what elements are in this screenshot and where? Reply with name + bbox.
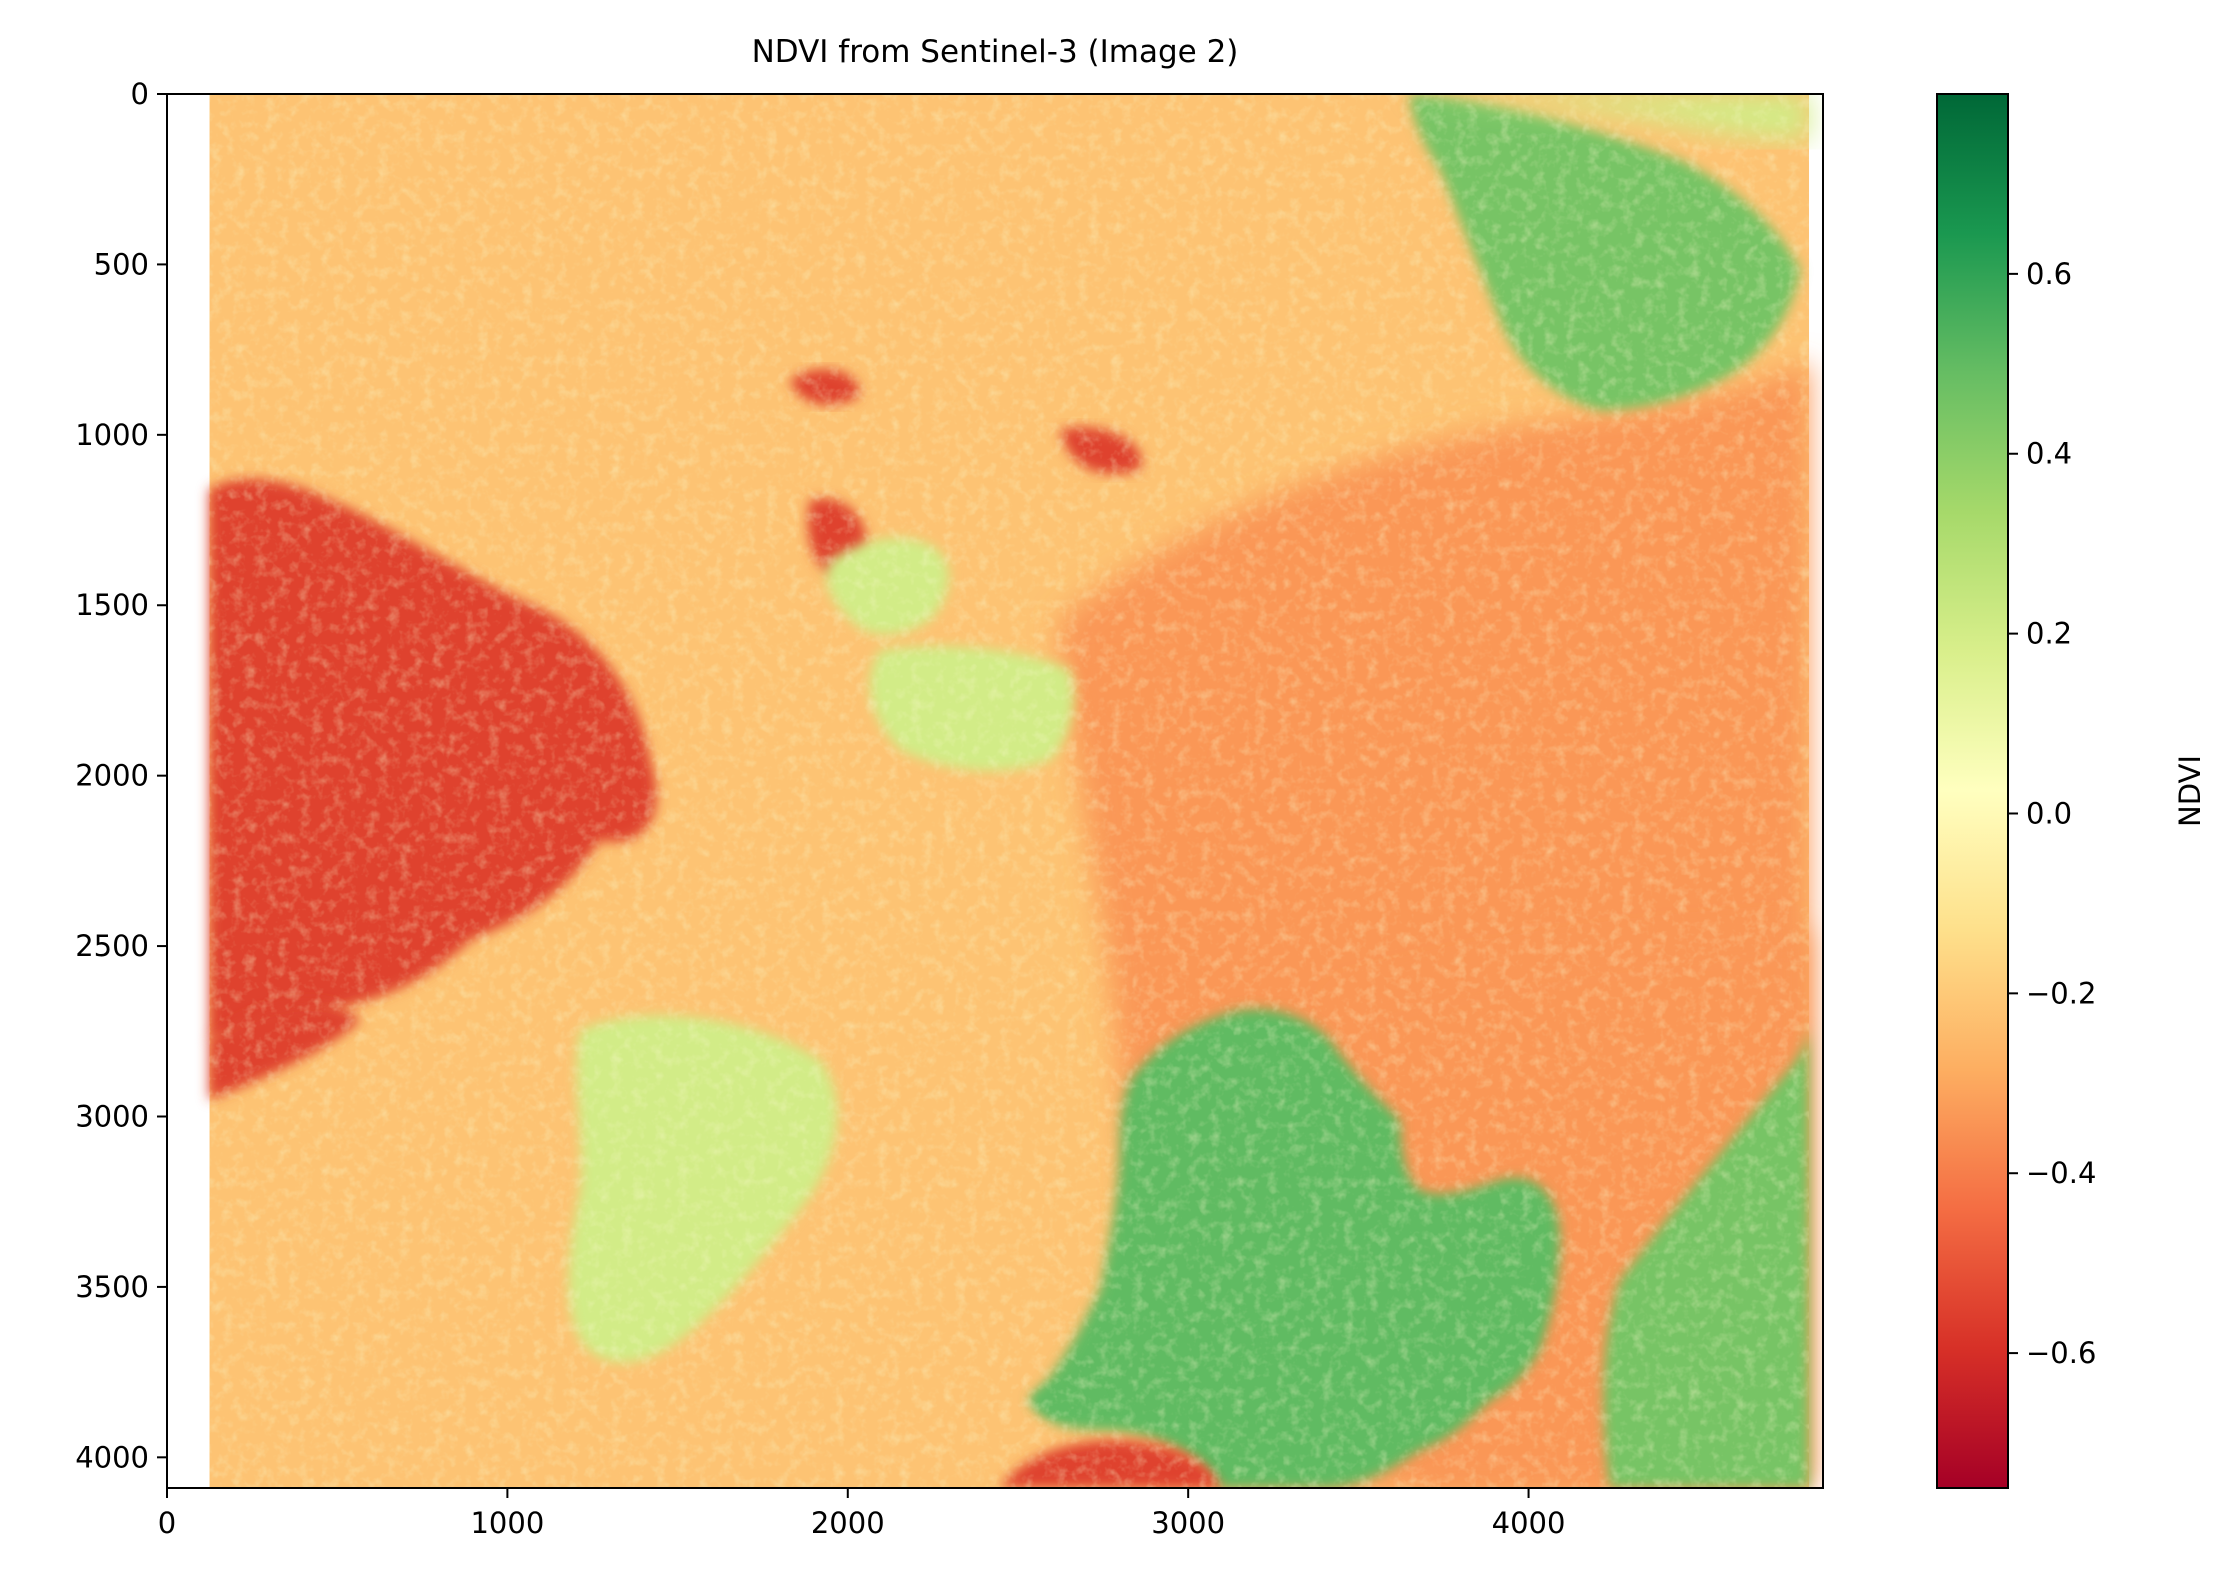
x-tick-label: 1000 xyxy=(470,1506,544,1540)
y-tick-label: 2500 xyxy=(75,929,149,963)
region-speckle xyxy=(209,94,1809,1488)
y-tick-label: 3500 xyxy=(75,1270,149,1304)
colorbar-tick-label: 0.6 xyxy=(2026,257,2072,291)
ndvi-regions xyxy=(209,94,1809,1488)
x-tick-label: 4000 xyxy=(1492,1506,1566,1540)
y-tick-label: 1500 xyxy=(75,588,149,622)
ndvi-figure: NDVI from Sentinel-3 (Image 2) 0 1000 200 xyxy=(75,34,2207,1540)
y-tick-label: 0 xyxy=(131,77,149,111)
colorbar-tick-label: 0.0 xyxy=(2026,796,2072,830)
x-tick-label: 0 xyxy=(158,1506,176,1540)
colorbar-label: NDVI xyxy=(2173,755,2207,827)
y-tick-label: 2000 xyxy=(75,759,149,793)
y-tick-label: 4000 xyxy=(75,1440,149,1474)
colorbar-tick-label: 0.2 xyxy=(2026,617,2072,651)
y-axis: 0 500 1000 1500 2000 2500 3000 3500 4000 xyxy=(75,77,167,1474)
colorbar-tick-label: −0.2 xyxy=(2026,976,2096,1010)
colorbar-tick-label: −0.6 xyxy=(2026,1336,2096,1370)
colorbar-tick-label: 0.4 xyxy=(2026,437,2072,471)
x-tick-label: 2000 xyxy=(811,1506,885,1540)
colorbar-tick-label: −0.4 xyxy=(2026,1156,2096,1190)
y-tick-label: 3000 xyxy=(75,1099,149,1133)
colorbar-ticks: −0.6 −0.4 −0.2 0.0 0.2 0.4 0.6 xyxy=(2008,257,2096,1370)
plot-area xyxy=(167,94,1823,1488)
x-tick-label: 3000 xyxy=(1151,1506,1225,1540)
colorbar: −0.6 −0.4 −0.2 0.0 0.2 0.4 0.6 NDVI xyxy=(1936,93,2207,1489)
y-tick-label: 500 xyxy=(94,247,149,281)
x-axis: 0 1000 2000 3000 4000 xyxy=(158,1488,1566,1540)
colorbar-gradient-bar xyxy=(1936,93,2009,1489)
y-tick-label: 1000 xyxy=(75,418,149,452)
chart-title: NDVI from Sentinel-3 (Image 2) xyxy=(752,34,1239,70)
